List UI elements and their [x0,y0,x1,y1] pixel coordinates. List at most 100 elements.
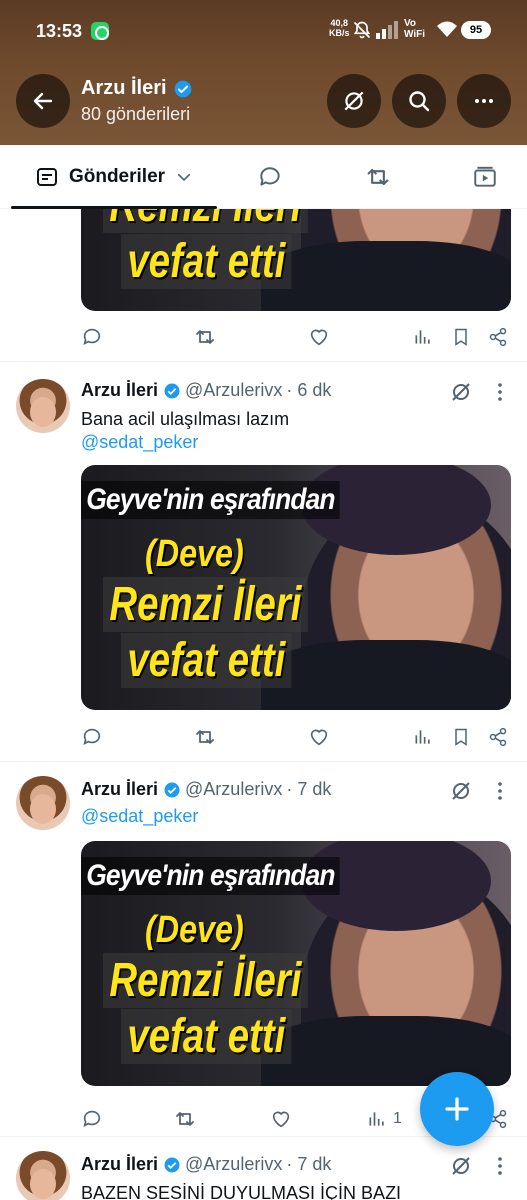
like-button[interactable] [270,1106,292,1132]
tab-reposts[interactable] [338,145,418,208]
whatsapp-icon [91,22,109,40]
views-icon [415,330,430,344]
tweet-time: · 7 dk [286,779,332,799]
image-caption-line1: Geyve'nin eşrafından [81,857,340,895]
share-button[interactable] [488,324,508,350]
mute-icon[interactable] [449,380,473,404]
heart-icon [310,329,328,346]
image-caption-line3: Remzi İleri [103,209,308,233]
verified-badge-icon [164,782,180,797]
battery-indicator: 95 [461,21,491,39]
tweet-mention[interactable]: @sedat_peker [81,432,198,453]
tab-media[interactable] [445,145,525,208]
tweet-image[interactable]: Geyve'nin eşrafından (Deve) Remzi İleri … [81,841,511,1086]
repost-icon [196,330,214,344]
signal-icon [376,21,398,39]
author-handle[interactable]: @Arzulerivx [185,380,282,401]
tweet-text: Bana acil ulaşılması lazım [81,409,290,429]
reply-icon [83,328,101,345]
author-handle[interactable]: @Arzulerivx [185,779,282,800]
verified-badge-icon [164,1157,180,1172]
author-name[interactable]: Arzu İleri [81,1154,158,1175]
avatar[interactable] [16,1151,70,1200]
views-button[interactable] [413,724,433,750]
image-portrait-jacket [261,241,511,311]
tweet[interactable]: Arzu İleri @Arzulerivx · 6 dk Bana acil … [0,362,527,762]
tab-posts[interactable]: Gönderiler [11,145,217,208]
like-button[interactable] [308,324,330,350]
heart-icon [310,729,328,746]
network-speed-unit: KB/s [329,28,350,38]
reposts-icon [367,168,389,185]
reply-icon [83,728,101,745]
like-button[interactable] [308,724,330,750]
network-speed-value: 40,8 [330,18,349,28]
share-icon [489,727,507,747]
repost-button[interactable] [193,324,217,350]
vowifi-line1: Vo [404,18,417,29]
verified-badge-icon [174,80,191,97]
repost-button[interactable] [193,724,217,750]
author-name[interactable]: Arzu İleri [81,380,158,401]
search-button[interactable] [392,74,446,128]
tweet[interactable]: Arzu İleri @Arzulerivx · 7 dk BAZEN SESİ… [0,1137,527,1200]
avatar[interactable] [16,379,70,433]
bookmark-button[interactable] [451,324,471,350]
repost-button[interactable] [173,1106,197,1132]
image-caption-line1: Geyve'nin eşrafından [81,481,340,519]
profile-name: Arzu İleri [81,77,193,100]
image-caption-line3: Remzi İleri [103,577,308,632]
search-icon [409,91,430,112]
views-button[interactable]: 1 [367,1106,402,1132]
notifications-muted-icon [353,21,371,39]
view-count: 1 [393,1110,402,1127]
mute-toggle-button[interactable] [327,74,381,128]
tab-replies[interactable] [230,145,310,208]
more-vertical-icon[interactable] [490,380,510,404]
tweet-image[interactable]: Remzi İleri vefat etti [81,209,511,311]
author-handle[interactable]: @Arzulerivx [185,1154,282,1175]
status-bar: 13:53 40,8 KB/s Vo WiFi 95 [0,0,527,62]
tweet-header: Arzu İleri @Arzulerivx · 7 dk [81,779,331,800]
bookmark-icon [455,328,467,346]
posts-icon [36,167,57,186]
image-caption-line4: vefat etti [121,1009,292,1064]
tweet-partial[interactable]: Remzi İleri vefat etti [0,209,527,362]
views-button[interactable] [413,324,433,350]
vowifi-indicator: Vo WiFi [404,18,425,40]
network-speed: 40,8 KB/s [329,18,350,38]
more-vertical-icon[interactable] [490,1154,510,1178]
bookmark-icon [455,728,467,746]
views-icon [415,730,430,744]
arrow-left-icon [33,92,53,110]
profile-name-text: Arzu İleri [81,77,167,99]
tweet-time: · 7 dk [286,1154,332,1174]
image-caption-line2: (Deve) [145,909,244,951]
verified-badge-icon [164,383,180,398]
image-caption-line4: vefat etti [121,633,292,688]
compose-button[interactable] [420,1072,494,1146]
reply-button[interactable] [81,724,103,750]
mute-icon [344,91,364,111]
tweet-mention[interactable]: @sedat_peker [81,806,198,827]
back-button[interactable] [16,74,70,128]
repost-icon [176,1112,194,1126]
author-name[interactable]: Arzu İleri [81,779,158,800]
profile-tabs: Gönderiler [0,145,527,209]
views-icon [369,1112,384,1126]
mute-icon[interactable] [449,1154,473,1178]
reply-button[interactable] [81,1106,103,1132]
reply-icon [83,1110,101,1127]
more-options-button[interactable] [457,74,511,128]
tweet-header: Arzu İleri @Arzulerivx · 6 dk [81,380,331,401]
share-button[interactable] [488,724,508,750]
tweet-image[interactable]: Geyve'nin eşrafından (Deve) Remzi İleri … [81,465,511,710]
avatar[interactable] [16,776,70,830]
mute-icon[interactable] [449,779,473,803]
bookmark-button[interactable] [451,724,471,750]
tweet-actions [81,724,511,750]
reply-button[interactable] [81,324,103,350]
media-icon [474,166,496,187]
wifi-icon [437,21,457,37]
more-vertical-icon[interactable] [490,779,510,803]
